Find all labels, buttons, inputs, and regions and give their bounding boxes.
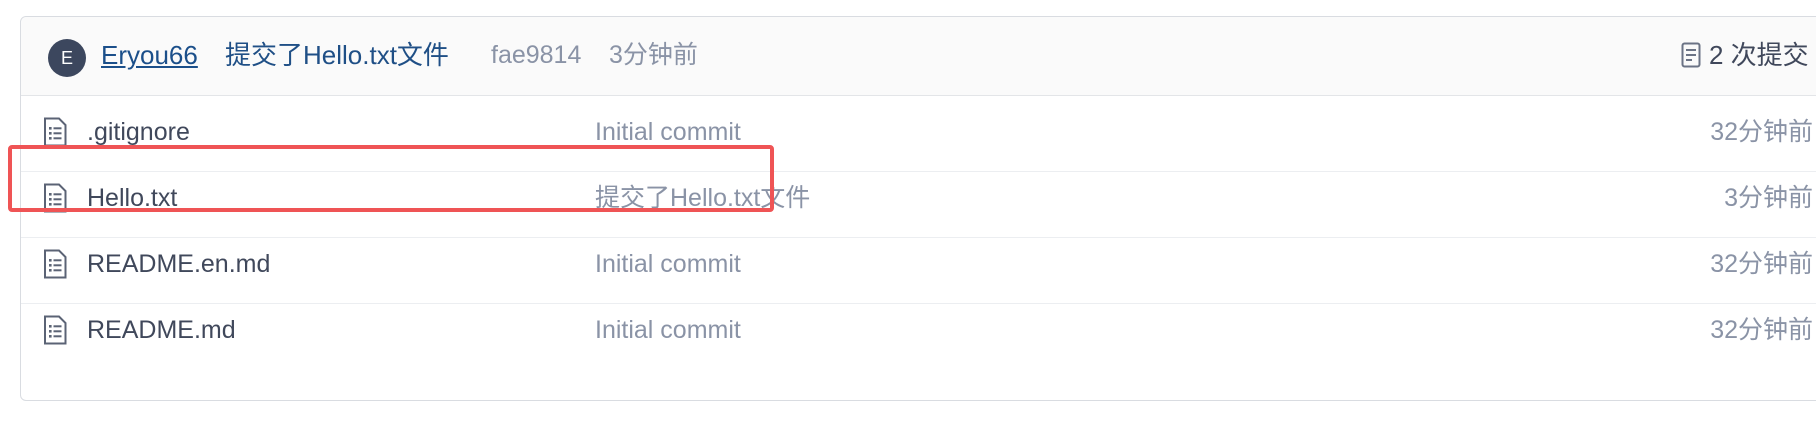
file-time: 3分钟前 (1724, 184, 1813, 212)
file-list-icon (44, 315, 67, 345)
commit-count-link[interactable]: 2 次提交 (1681, 37, 1809, 73)
commit-message-link[interactable]: 提交了Hello.txt文件 (225, 37, 449, 73)
file-list-icon (44, 183, 67, 213)
file-commit-link[interactable]: Initial commit (595, 312, 741, 348)
file-commit-link[interactable]: Initial commit (595, 114, 741, 150)
file-time: 32分钟前 (1710, 250, 1813, 278)
file-name-link[interactable]: .gitignore (87, 114, 190, 150)
file-row[interactable]: README.en.md Initial commit 32分钟前 (21, 228, 1816, 304)
file-name-link[interactable]: Hello.txt (87, 180, 177, 216)
commit-sha-link[interactable]: fae9814 (491, 37, 581, 73)
file-row[interactable]: .gitignore Initial commit 32分钟前 (21, 96, 1816, 172)
commit-count-label: 2 次提交 (1709, 40, 1809, 70)
file-list-icon (44, 117, 67, 147)
file-name-link[interactable]: README.en.md (87, 246, 270, 282)
file-list-icon (44, 249, 67, 279)
commit-time: 3分钟前 (609, 41, 698, 69)
file-row[interactable]: Hello.txt 提交了Hello.txt文件 3分钟前 (21, 162, 1816, 238)
commit-history-icon (1681, 42, 1701, 68)
file-commit-link[interactable]: 提交了Hello.txt文件 (595, 180, 810, 216)
commit-author-link[interactable]: Eryou66 (101, 37, 198, 73)
latest-commit-bar: E Eryou66 提交了Hello.txt文件 fae9814 3分钟前 2 … (21, 17, 1816, 96)
file-time: 32分钟前 (1710, 316, 1813, 344)
avatar[interactable]: E (48, 39, 86, 77)
file-commit-link[interactable]: Initial commit (595, 246, 741, 282)
file-name-link[interactable]: README.md (87, 312, 236, 348)
file-row[interactable]: README.md Initial commit 32分钟前 (21, 294, 1816, 369)
file-time: 32分钟前 (1710, 118, 1813, 146)
file-list: E Eryou66 提交了Hello.txt文件 fae9814 3分钟前 2 … (20, 16, 1816, 401)
